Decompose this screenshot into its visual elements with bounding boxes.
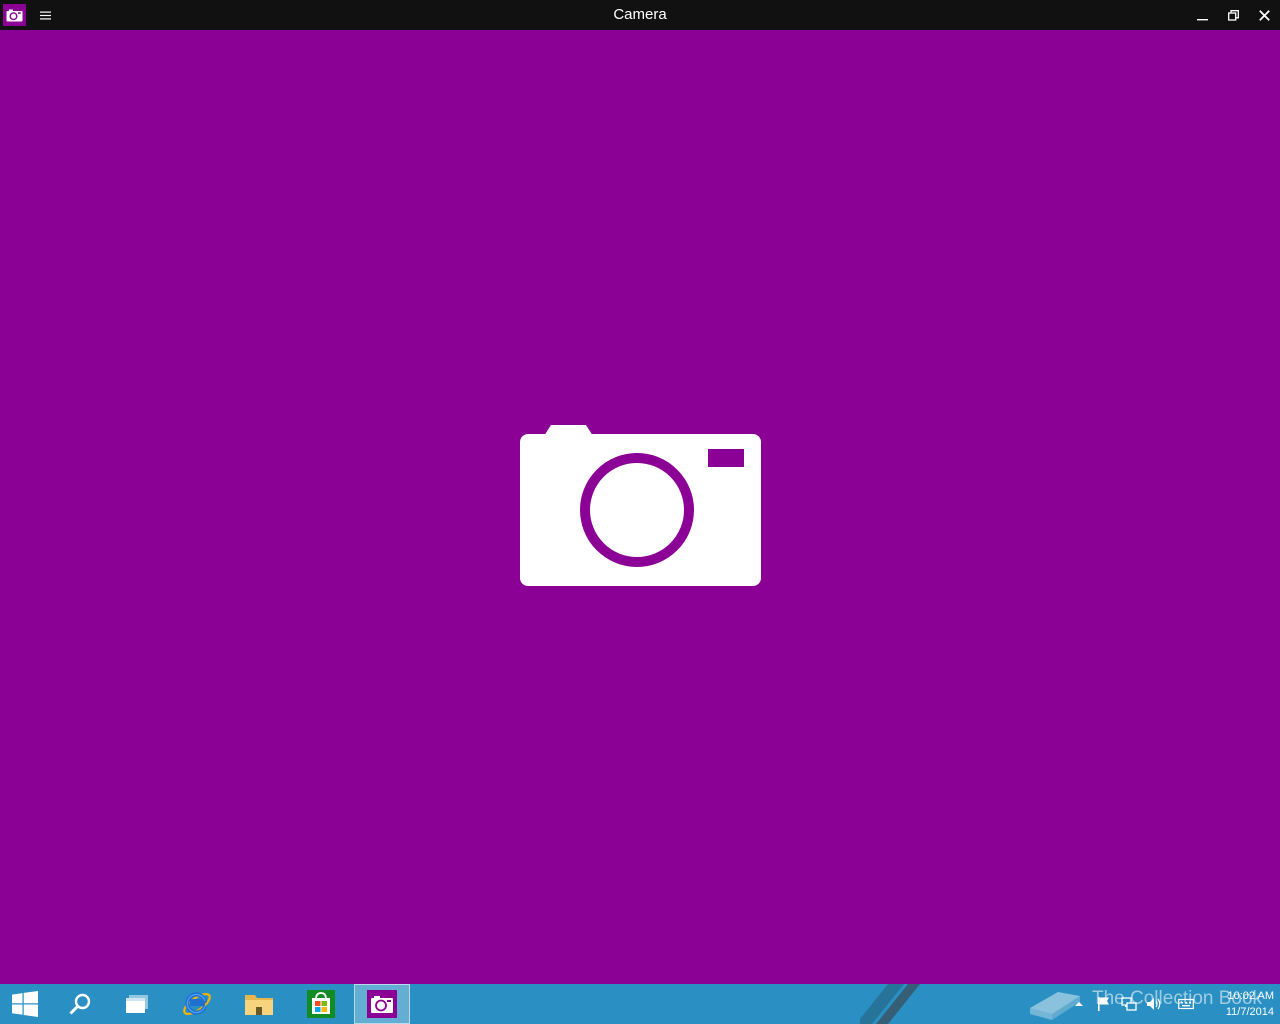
camera-taskbar-button[interactable] [354, 984, 410, 1024]
task-view-icon [126, 995, 148, 1013]
network-button[interactable] [1120, 984, 1138, 1024]
input-indicator-button[interactable] [1177, 984, 1195, 1024]
camera-icon [367, 990, 397, 1018]
clock-time: 10:02 AM [1227, 990, 1274, 1002]
taskbar: The Collection Book 10:02 AM 11/7/2014 [0, 984, 1280, 1024]
window-title: Camera [613, 6, 667, 23]
internet-explorer-button[interactable] [168, 984, 226, 1024]
store-button[interactable] [292, 984, 350, 1024]
clock-date: 11/7/2014 [1225, 1006, 1274, 1018]
title-bar: Camera [0, 0, 1280, 30]
internet-explorer-icon [183, 992, 211, 1016]
minimize-icon [1197, 18, 1208, 20]
search-icon [69, 993, 91, 1015]
folder-icon [245, 995, 273, 1015]
volume-button[interactable] [1145, 984, 1163, 1024]
keyboard-icon [1178, 998, 1194, 1010]
close-button[interactable] [1249, 0, 1280, 30]
file-explorer-button[interactable] [230, 984, 288, 1024]
task-view-button[interactable] [108, 984, 166, 1024]
taskbar-decoration [860, 984, 920, 1024]
minimize-button[interactable] [1187, 0, 1218, 30]
action-center-button[interactable] [1096, 984, 1112, 1024]
volume-icon [1147, 998, 1161, 1010]
start-button[interactable] [0, 984, 50, 1024]
store-icon [307, 990, 335, 1018]
restore-icon [1228, 9, 1239, 21]
windows-logo-icon [12, 991, 38, 1017]
close-icon [1259, 9, 1270, 21]
restore-button[interactable] [1218, 0, 1249, 30]
show-hidden-icons-button[interactable] [1072, 984, 1086, 1024]
flag-icon [1098, 997, 1109, 1011]
chevron-up-icon [1075, 1002, 1083, 1006]
clock[interactable]: 10:02 AM 11/7/2014 [1196, 988, 1274, 1020]
search-button[interactable] [52, 984, 108, 1024]
camera-splash-screen [0, 30, 1280, 984]
network-icon [1121, 997, 1137, 1011]
camera-icon [520, 425, 761, 586]
